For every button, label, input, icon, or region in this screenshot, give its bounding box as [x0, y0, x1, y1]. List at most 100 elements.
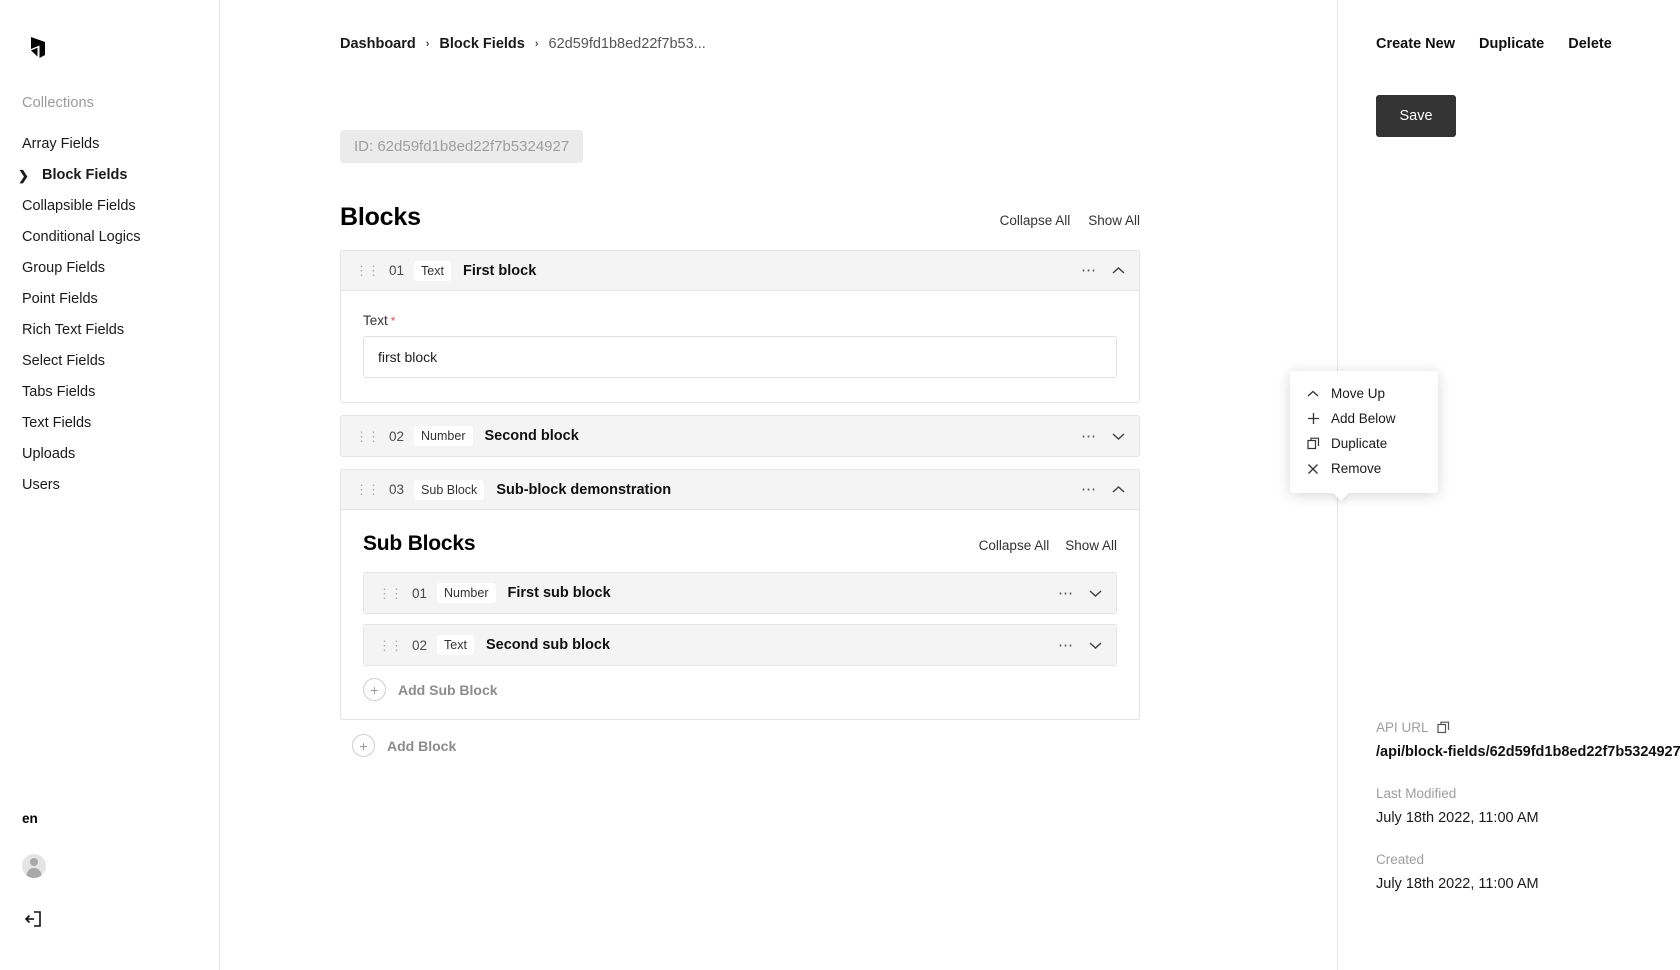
sidebar-item-group-fields[interactable]: Group Fields: [0, 253, 219, 284]
breadcrumb-current: 62d59fd1b8ed22f7b53...: [548, 36, 706, 52]
sub-block-type-badge: Text: [437, 635, 474, 655]
admin-app: Collections Array Fields ❯ Block Fields …: [0, 0, 1680, 970]
block-number: 01: [389, 263, 405, 278]
collapse-all-button[interactable]: Collapse All: [1000, 213, 1071, 228]
popup-move-up[interactable]: Move Up: [1290, 381, 1438, 406]
document-meta: API URL /api/block-fields/62d59fd1b8ed22…: [1376, 720, 1680, 918]
chevron-down-icon[interactable]: [1089, 638, 1102, 653]
sub-block-number: 02: [412, 637, 428, 653]
blocks-title: Blocks: [340, 203, 421, 231]
sub-block-more-icon[interactable]: ⋯: [1058, 638, 1073, 653]
sub-blocks-container: Sub Blocks Collapse All Show All ⋮⋮ 01 N…: [341, 510, 1139, 719]
block-more-icon[interactable]: ⋯: [1081, 429, 1096, 444]
duplicate-button[interactable]: Duplicate: [1479, 36, 1544, 52]
duplicate-icon: [1306, 437, 1320, 451]
chevron-right-icon: ❯: [18, 168, 29, 183]
sidebar-item-label: Uploads: [22, 446, 76, 462]
block-header[interactable]: ⋮⋮ 01 Text First block ⋯: [341, 251, 1139, 291]
sidebar-item-array-fields[interactable]: Array Fields: [0, 129, 219, 160]
block-label: Sub-block demonstration: [496, 481, 672, 498]
breadcrumb-block-fields[interactable]: Block Fields: [439, 36, 524, 52]
sub-block-header[interactable]: ⋮⋮ 02 Text Second sub block ⋯: [364, 625, 1116, 665]
drag-handle-icon[interactable]: ⋮⋮: [355, 264, 380, 277]
add-block-label: Add Block: [387, 737, 457, 754]
last-modified-value: July 18th 2022, 11:00 AM: [1376, 810, 1539, 826]
sidebar-item-block-fields[interactable]: ❯ Block Fields: [0, 160, 219, 191]
block-row: ⋮⋮ 02 Number Second block ⋯: [340, 415, 1140, 457]
drag-handle-icon[interactable]: ⋮⋮: [378, 639, 403, 652]
sidebar-item-collapsible-fields[interactable]: Collapsible Fields: [0, 191, 219, 222]
chevron-up-icon[interactable]: [1112, 263, 1125, 278]
drag-handle-icon[interactable]: ⋮⋮: [378, 587, 403, 600]
plus-icon: +: [352, 734, 375, 757]
block-more-icon[interactable]: ⋯: [1081, 263, 1096, 278]
chevron-down-icon[interactable]: [1089, 586, 1102, 601]
popup-item-label: Add Below: [1331, 411, 1396, 426]
sidebar-item-label: Block Fields: [42, 167, 128, 183]
sub-collapse-all-button[interactable]: Collapse All: [979, 538, 1050, 553]
block-header[interactable]: ⋮⋮ 02 Number Second block ⋯: [341, 416, 1139, 456]
sidebar-item-conditional-logics[interactable]: Conditional Logics: [0, 222, 219, 253]
sub-blocks-actions: Collapse All Show All: [979, 538, 1117, 553]
sidebar-item-label: Users: [22, 477, 60, 493]
chevron-right-icon: ›: [425, 38, 430, 50]
sidebar-item-label: Select Fields: [22, 353, 106, 369]
block-content: Text *: [341, 291, 1139, 402]
delete-button[interactable]: Delete: [1568, 36, 1612, 52]
sub-block-label: First sub block: [507, 585, 611, 601]
chevron-up-icon[interactable]: [1112, 482, 1125, 497]
sub-block-header[interactable]: ⋮⋮ 01 Number First sub block ⋯: [364, 573, 1116, 613]
required-marker: *: [390, 314, 396, 328]
locale-selector[interactable]: en: [0, 811, 219, 826]
api-url-label: API URL: [1376, 720, 1666, 735]
drag-handle-icon[interactable]: ⋮⋮: [355, 430, 380, 443]
block-type-badge: Number: [414, 426, 473, 446]
popup-remove[interactable]: Remove: [1290, 456, 1438, 481]
sidebar-item-users[interactable]: Users: [0, 470, 219, 501]
add-block-button[interactable]: + Add Block: [352, 734, 1220, 757]
chevron-down-icon[interactable]: [1112, 429, 1125, 444]
sidebar-item-select-fields[interactable]: Select Fields: [0, 346, 219, 377]
chevron-right-icon: ›: [534, 38, 539, 50]
add-sub-block-button[interactable]: + Add Sub Block: [363, 678, 1117, 701]
popup-duplicate[interactable]: Duplicate: [1290, 431, 1438, 456]
last-modified-label: Last Modified: [1376, 786, 1457, 801]
block-row: ⋮⋮ 01 Text First block ⋯ Text *: [340, 250, 1140, 403]
sub-block-row: ⋮⋮ 02 Text Second sub block ⋯: [363, 624, 1117, 666]
popup-add-below[interactable]: Add Below: [1290, 406, 1438, 431]
user-avatar-icon[interactable]: [22, 854, 46, 878]
blocks-section-header: Blocks Collapse All Show All: [340, 203, 1140, 232]
sidebar-footer: en: [0, 811, 219, 970]
sub-blocks-title: Sub Blocks: [363, 532, 476, 555]
popup-item-label: Move Up: [1331, 386, 1386, 401]
sidebar-item-uploads[interactable]: Uploads: [0, 439, 219, 470]
block-more-icon[interactable]: ⋯: [1081, 482, 1096, 497]
chevron-up-icon: [1306, 387, 1320, 401]
sub-show-all-button[interactable]: Show All: [1065, 538, 1117, 553]
sidebar-item-text-fields[interactable]: Text Fields: [0, 408, 219, 439]
block-type-badge: Text: [414, 260, 451, 281]
show-all-button[interactable]: Show All: [1088, 213, 1140, 228]
drag-handle-icon[interactable]: ⋮⋮: [355, 483, 380, 496]
create-new-button[interactable]: Create New: [1376, 36, 1455, 52]
copy-icon[interactable]: [1436, 721, 1450, 734]
sidebar-item-rich-text-fields[interactable]: Rich Text Fields: [0, 315, 219, 346]
block-header[interactable]: ⋮⋮ 03 Sub Block Sub-block demonstration …: [341, 470, 1139, 510]
save-button[interactable]: Save: [1376, 95, 1456, 137]
sub-block-row: ⋮⋮ 01 Number First sub block ⋯: [363, 572, 1117, 614]
sidebar-item-label: Conditional Logics: [22, 229, 141, 245]
field-label: Text *: [363, 313, 1117, 328]
block-actions-popup: Move Up Add Below Duplicate Remove: [1290, 371, 1438, 493]
sidebar-item-point-fields[interactable]: Point Fields: [0, 284, 219, 315]
logout-icon[interactable]: [22, 908, 44, 930]
breadcrumb-dashboard[interactable]: Dashboard: [340, 36, 416, 52]
sidebar-item-tabs-fields[interactable]: Tabs Fields: [0, 377, 219, 408]
payload-logo-icon[interactable]: [22, 30, 54, 62]
text-field-input[interactable]: [363, 336, 1117, 378]
sub-blocks-header: Sub Blocks Collapse All Show All: [363, 532, 1117, 556]
block-type-badge: Sub Block: [414, 479, 485, 500]
sub-block-number: 01: [412, 585, 428, 601]
main-content: Dashboard › Block Fields › 62d59fd1b8ed2…: [220, 0, 1438, 970]
block-label: Second block: [484, 428, 579, 444]
sub-block-more-icon[interactable]: ⋯: [1058, 586, 1073, 601]
